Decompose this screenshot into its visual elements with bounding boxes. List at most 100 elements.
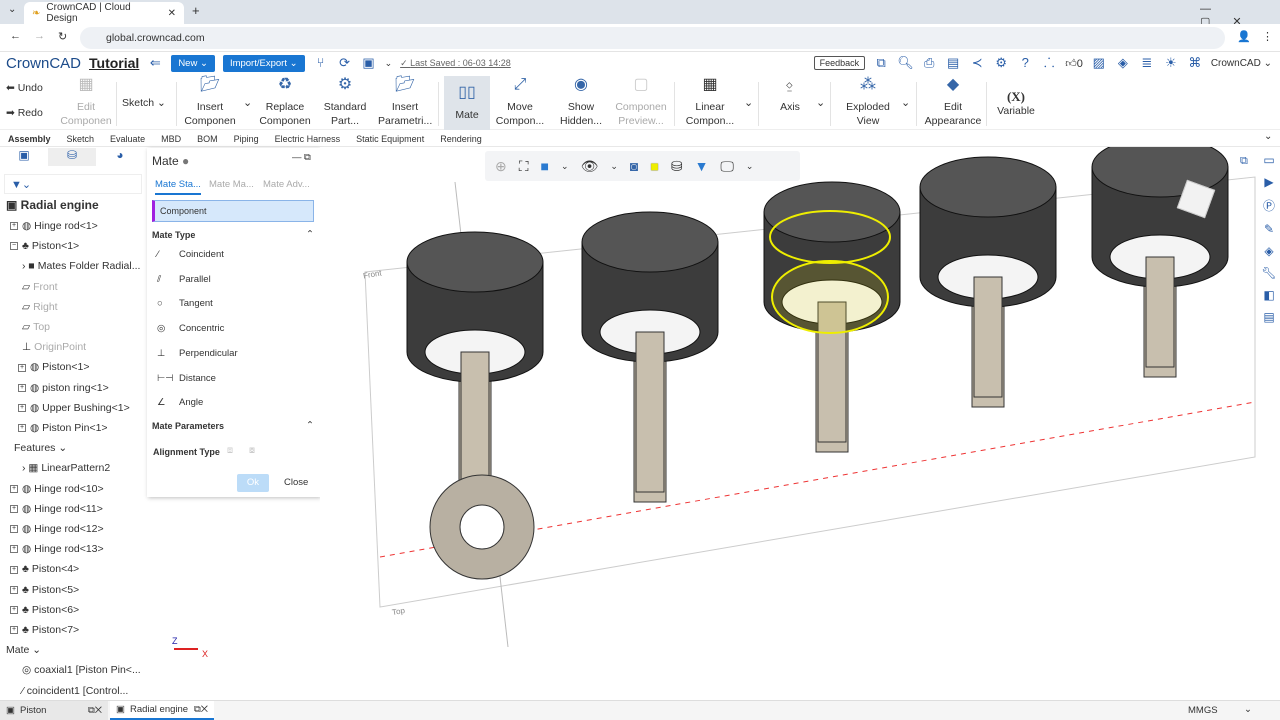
tree-item[interactable]: + ◍ Piston<1> [18, 361, 89, 373]
gear-icon[interactable]: ⚙ [993, 55, 1009, 71]
ribbon-tab-static-equipment[interactable]: Static Equipment [348, 134, 432, 144]
back-icon[interactable]: ← [10, 30, 21, 42]
chevron-right-icon[interactable]: › [22, 462, 26, 474]
user-menu[interactable]: CrownCAD ⌄ [1211, 58, 1280, 69]
sync-icon[interactable]: ⟳ [337, 55, 353, 71]
ribbon-tab-bom[interactable]: BOM [189, 134, 226, 144]
wrench-icon[interactable]: 🔧︎ [1261, 266, 1276, 280]
tree-item[interactable]: Features ⌄ [14, 442, 67, 454]
selection-filter-icon[interactable]: ▼ [695, 158, 709, 174]
tree-item[interactable]: + ◍ Hinge rod<1> [10, 220, 98, 232]
exploded-view-button[interactable]: ⁂ Exploded View [840, 77, 896, 128]
ribbon-tab-mbd[interactable]: MBD [153, 134, 189, 144]
list-icon[interactable]: ▤ [1263, 310, 1274, 324]
expand-icon[interactable]: + [18, 424, 26, 433]
close-button[interactable]: Close [284, 477, 308, 488]
standard-part-button[interactable]: ⚙ Standard Part... [320, 77, 370, 128]
mate-type-coincident[interactable]: ⁄ Coincident [157, 249, 224, 260]
edit-component-button[interactable]: ▦ Edit Componen [58, 77, 114, 128]
minimize-icon[interactable]: — [292, 152, 302, 163]
exploded-dropdown-icon[interactable]: ⌄ [901, 96, 910, 109]
layers-icon[interactable]: ◧ [1263, 288, 1274, 302]
insert-dropdown-icon[interactable]: ⌄ [243, 96, 252, 109]
share-icon[interactable]: ≺ [969, 55, 985, 71]
tree-item[interactable]: ▱ Front [22, 281, 58, 293]
undo-button[interactable]: ⬅ Undo [6, 82, 43, 94]
browser-tab[interactable]: ❧ CrownCAD | Cloud Design ✕ [24, 2, 184, 24]
tree-item[interactable]: + ◍ Hinge rod<13> [10, 543, 104, 555]
move-component-button[interactable]: ⤢ Move Compon... [494, 77, 546, 128]
tab-mate-standard[interactable]: Mate Sta... [155, 179, 201, 195]
branch-icon[interactable]: ⑂ [313, 55, 329, 71]
window-layout-icon[interactable]: ⧉ [873, 55, 889, 71]
menu-icon[interactable]: ⋮ [1262, 30, 1273, 43]
visibility-icon[interactable]: 👁︎ [581, 158, 599, 175]
component-selection-box[interactable]: Component [152, 200, 314, 222]
tab-mate-advanced[interactable]: Mate Adv... [263, 179, 310, 190]
save-dropdown-icon[interactable]: ⌄ [385, 58, 393, 69]
edit-appearance-button[interactable]: ◆ Edit Appearance [922, 77, 984, 128]
tree-item[interactable]: › ■ Mates Folder Radial... [22, 260, 140, 272]
redo-button[interactable]: ➡ Redo [6, 107, 43, 119]
expand-icon[interactable]: + [10, 222, 18, 231]
show-hidden-button[interactable]: ◉ Show Hidden... [556, 77, 606, 128]
units-dropdown-icon[interactable]: ⌄ [1244, 704, 1252, 715]
ribbon-tab-rendering[interactable]: Rendering [432, 134, 490, 144]
mate-type-distance[interactable]: ⊢⊣ Distance [157, 373, 216, 384]
expand-icon[interactable]: + [10, 585, 18, 594]
collapse-icon[interactable]: ⌃ [306, 420, 314, 431]
popout-icon[interactable]: ⧉ [304, 152, 311, 163]
feedback-button[interactable]: Feedback [813, 56, 866, 70]
axis-dropdown-icon[interactable]: ⌄ [816, 96, 825, 109]
collapse-icon[interactable]: ⌃ [306, 229, 314, 240]
mate-type-concentric[interactable]: ◎ Concentric [157, 323, 224, 334]
axis-button[interactable]: ⍚ Axis [770, 77, 810, 114]
scene-icon[interactable]: ⛁ [671, 158, 683, 175]
tree-item[interactable]: + ◍ Hinge rod<10> [10, 483, 104, 495]
view-cube[interactable] [1175, 172, 1223, 232]
mate-button[interactable]: ▯▯ Mate [444, 76, 490, 130]
save-icon[interactable]: ▣ [361, 55, 377, 71]
expand-icon[interactable]: + [18, 404, 26, 413]
mate-type-perpendicular[interactable]: ⊥ Perpendicular [157, 348, 238, 359]
mate-type-parallel[interactable]: ⫽ Parallel [157, 274, 211, 285]
new-tab-icon[interactable]: + [192, 3, 200, 18]
appearance-tab-icon[interactable]: ◕ [96, 148, 144, 166]
3d-viewport[interactable]: Front Top ⧉ [320, 136, 1258, 700]
expand-icon[interactable]: + [10, 484, 18, 493]
reload-icon[interactable]: ↻ [58, 30, 67, 43]
ribbon-tab-electric-harness[interactable]: Electric Harness [267, 134, 349, 144]
expand-icon[interactable]: + [10, 626, 18, 635]
dropdown-icon[interactable]: ⌄ [610, 161, 618, 172]
insert-component-button[interactable]: 📂︎ Insert Componen [180, 77, 240, 128]
close-tab-icon[interactable]: ✕ [168, 8, 176, 19]
filter-button[interactable]: ▼⌄ [4, 174, 142, 194]
ribbon-tab-evaluate[interactable]: Evaluate [102, 134, 153, 144]
display-style-icon[interactable]: ■ [650, 158, 658, 174]
model-icon[interactable]: ◈ [1115, 55, 1131, 71]
view-orientation-icon[interactable]: ■ [541, 158, 549, 174]
ribbon-tab-assembly[interactable]: Assembly [0, 134, 59, 144]
collapse-ribbon-icon[interactable]: ⌄ [1264, 131, 1272, 142]
expand-icon[interactable]: + [18, 363, 26, 372]
help-icon[interactable]: ● [182, 154, 189, 168]
expand-icon[interactable]: + [10, 525, 18, 534]
search-icon[interactable]: 🔍︎ [897, 55, 914, 71]
linear-dropdown-icon[interactable]: ⌄ [744, 96, 753, 109]
tree-root[interactable]: ▣ Radial engine [6, 198, 99, 212]
doc-tab-piston[interactable]: ▣ Piston ⧉✕ [0, 701, 108, 720]
replace-component-button[interactable]: ♻ Replace Componen [256, 77, 314, 128]
mate-type-tangent[interactable]: ○ Tangent [157, 298, 213, 309]
tree-item[interactable]: ▱ Right [22, 301, 58, 313]
expand-icon[interactable]: + [10, 565, 18, 574]
ribbon-tab-sketch[interactable]: Sketch [59, 134, 103, 144]
maximize-view-icon[interactable]: ⧉ [1240, 155, 1248, 168]
document-title[interactable]: Tutorial [89, 55, 139, 71]
tab-mate-mechanical[interactable]: Mate Ma... [209, 179, 254, 190]
zoom-to-fit-icon[interactable]: ⛶ [519, 158, 529, 175]
comment-icon[interactable]: ▤ [945, 55, 961, 71]
import-export-button[interactable]: Import/Export ⌄ [222, 54, 305, 72]
apps-icon[interactable]: ⌘ [1187, 55, 1203, 71]
component-preview-button[interactable]: ▢ Componen Preview... [612, 77, 670, 128]
tab-list-icon[interactable]: ⌄ [8, 4, 16, 15]
